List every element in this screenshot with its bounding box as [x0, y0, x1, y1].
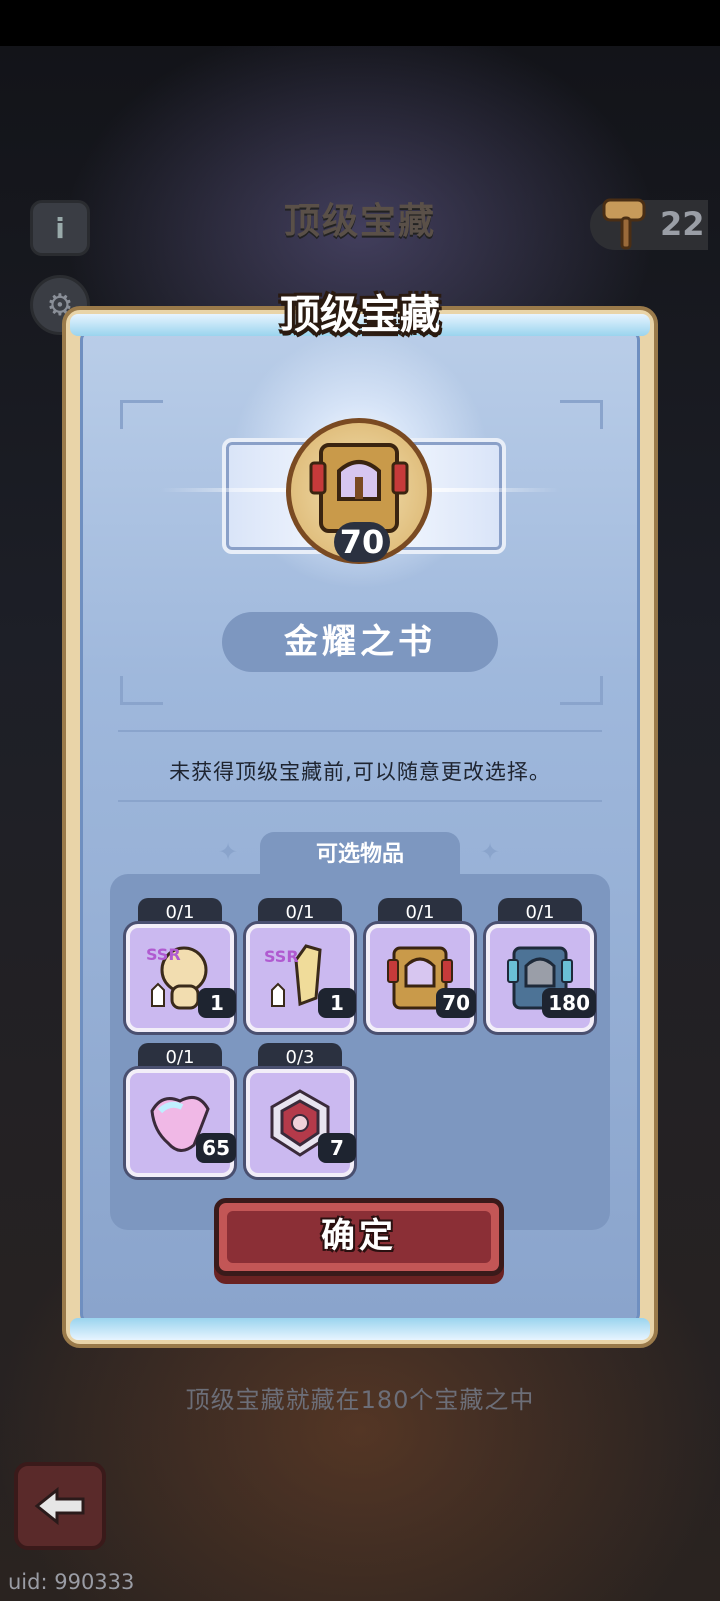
item-quantity: 65: [196, 1133, 236, 1163]
divider: [118, 730, 602, 732]
item-card: 7: [246, 1069, 356, 1177]
item-quantity: 1: [198, 988, 236, 1018]
item-card: SSR 1: [126, 924, 236, 1032]
back-button[interactable]: [14, 1462, 106, 1550]
item-quantity: 70: [436, 988, 476, 1018]
sparkle-icon: ✦: [480, 838, 501, 866]
item-card: 70: [366, 924, 476, 1032]
item-slot[interactable]: 0/1 180: [486, 898, 596, 1044]
sparkle-icon: ✦: [218, 838, 239, 866]
hammer-icon: [602, 198, 646, 250]
item-slot[interactable]: 0/1 SSR 1: [126, 898, 236, 1044]
item-quantity: 180: [542, 988, 596, 1018]
info-button[interactable]: i: [30, 200, 90, 256]
item-slot[interactable]: 0/1 65: [126, 1043, 236, 1189]
modal-bottom-bar: [70, 1318, 650, 1340]
corner-ornament: [120, 400, 163, 429]
item-card: 180: [486, 924, 596, 1032]
status-bar: [0, 0, 720, 46]
svg-text:SSR: SSR: [146, 945, 181, 964]
item-quantity: 1: [318, 988, 356, 1018]
uid-label: uid: 990333: [8, 1570, 135, 1594]
selected-item-name: 金耀之书: [222, 612, 498, 672]
corner-ornament: [560, 400, 603, 429]
item-quantity: 7: [318, 1133, 356, 1163]
info-icon: i: [55, 211, 65, 245]
item-card: 65: [126, 1069, 236, 1177]
item-slot[interactable]: 0/1 SSR 1: [246, 898, 356, 1044]
corner-ornament: [120, 676, 163, 705]
tab-selectable-items: 可选物品: [260, 832, 460, 878]
corner-ornament: [560, 676, 603, 705]
confirm-button-label: 确定: [227, 1211, 491, 1263]
selection-hint: 未获得顶级宝藏前,可以随意更改选择。: [169, 760, 551, 784]
confirm-button[interactable]: 确定: [214, 1198, 504, 1276]
item-slot[interactable]: 0/1 70: [366, 898, 476, 1044]
selected-item-count: 70: [334, 522, 390, 562]
item-card: SSR 1: [246, 924, 356, 1032]
background-footer-text: 顶级宝藏就藏在180个宝藏之中: [185, 1386, 535, 1414]
background-title: 顶级宝藏: [283, 201, 436, 242]
divider: [118, 800, 602, 802]
hammer-count: 22: [660, 205, 705, 243]
svg-text:SSR: SSR: [264, 947, 299, 966]
item-slot[interactable]: 0/3 7: [246, 1043, 356, 1189]
back-arrow-icon: [34, 1486, 85, 1526]
